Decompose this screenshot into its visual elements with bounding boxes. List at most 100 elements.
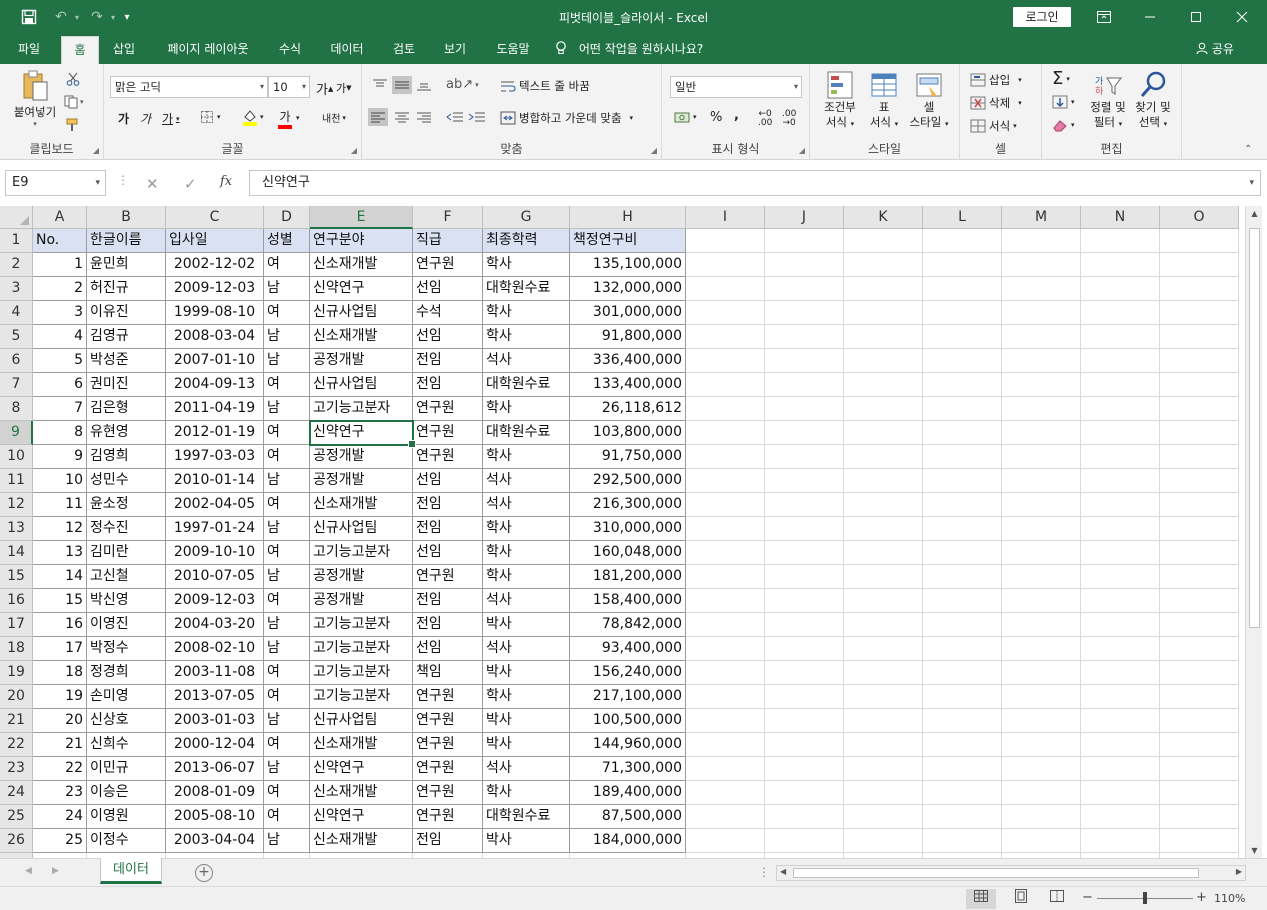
cell-e12[interactable]: 신소재개발	[310, 493, 413, 517]
customize-qat-icon[interactable]: ▾	[120, 7, 134, 27]
cell-f24[interactable]: 연구원	[413, 781, 483, 805]
cell-n21[interactable]	[1081, 709, 1160, 733]
cell-m2[interactable]	[1002, 253, 1081, 277]
column-title-cell[interactable]: 직급	[413, 229, 483, 253]
cell-h13[interactable]: 310,000,000	[570, 517, 686, 541]
cell-k9[interactable]	[844, 421, 923, 445]
cell-a23[interactable]: 22	[33, 757, 87, 781]
cell-h18[interactable]: 93,400,000	[570, 637, 686, 661]
cell-l5[interactable]	[923, 325, 1002, 349]
cell-o5[interactable]	[1160, 325, 1239, 349]
cell-b7[interactable]: 권미진	[87, 373, 166, 397]
expand-formula-bar-icon[interactable]: ▾	[1249, 171, 1254, 195]
cell-h15[interactable]: 181,200,000	[570, 565, 686, 589]
cell-i10[interactable]	[686, 445, 765, 469]
cell-b10[interactable]: 김영희	[87, 445, 166, 469]
cell-g22[interactable]: 박사	[483, 733, 570, 757]
cell-l1[interactable]	[923, 229, 1002, 253]
login-button[interactable]: 로그인	[1013, 7, 1071, 27]
cell-e4[interactable]: 신규사업팀	[310, 301, 413, 325]
redo-dropdown-icon[interactable]: ▾	[108, 7, 118, 27]
cell-h14[interactable]: 160,048,000	[570, 541, 686, 565]
cell-a19[interactable]: 18	[33, 661, 87, 685]
row-header-23[interactable]: 23	[0, 757, 33, 781]
align-left-icon[interactable]	[368, 108, 388, 126]
cell-m7[interactable]	[1002, 373, 1081, 397]
zoom-in-icon[interactable]: +	[1196, 890, 1207, 905]
cell-n23[interactable]	[1081, 757, 1160, 781]
cell-e20[interactable]: 고기능고분자	[310, 685, 413, 709]
row-header-19[interactable]: 19	[0, 661, 33, 685]
cell-f9[interactable]: 연구원	[413, 421, 483, 445]
cell-e13[interactable]: 신규사업팀	[310, 517, 413, 541]
cell-g25[interactable]: 대학원수료	[483, 805, 570, 829]
cell-j8[interactable]	[765, 397, 844, 421]
cell-c9[interactable]: 2012-01-19	[166, 421, 264, 445]
cell-j10[interactable]	[765, 445, 844, 469]
orientation-icon[interactable]: ab↗ ▾	[446, 77, 479, 92]
scroll-down-icon[interactable]: ▼	[1246, 846, 1263, 855]
cell-o24[interactable]	[1160, 781, 1239, 805]
cell-l2[interactable]	[923, 253, 1002, 277]
cell-d8[interactable]: 남	[264, 397, 310, 421]
cell-o13[interactable]	[1160, 517, 1239, 541]
cell-b13[interactable]: 정수진	[87, 517, 166, 541]
cell-e21[interactable]: 신규사업팀	[310, 709, 413, 733]
cell-d12[interactable]: 여	[264, 493, 310, 517]
cell-i20[interactable]	[686, 685, 765, 709]
cell-i25[interactable]	[686, 805, 765, 829]
tab-data[interactable]: 데이터	[320, 34, 374, 64]
cell-g8[interactable]: 학사	[483, 397, 570, 421]
cell-c14[interactable]: 2009-10-10	[166, 541, 264, 565]
cell-a20[interactable]: 19	[33, 685, 87, 709]
cell-j24[interactable]	[765, 781, 844, 805]
sheet-tab-data[interactable]: 데이터	[100, 858, 162, 884]
cell-i5[interactable]	[686, 325, 765, 349]
row-header-3[interactable]: 3	[0, 277, 33, 301]
cell-i12[interactable]	[686, 493, 765, 517]
insert-cells-button[interactable]: 삽입 ▾	[970, 72, 1022, 88]
cell-g20[interactable]: 학사	[483, 685, 570, 709]
cell-g18[interactable]: 석사	[483, 637, 570, 661]
cell-c12[interactable]: 2002-04-05	[166, 493, 264, 517]
cell-o23[interactable]	[1160, 757, 1239, 781]
cell-k17[interactable]	[844, 613, 923, 637]
cell-e23[interactable]: 신약연구	[310, 757, 413, 781]
cell-f7[interactable]: 전임	[413, 373, 483, 397]
cell-m1[interactable]	[1002, 229, 1081, 253]
cell-k19[interactable]	[844, 661, 923, 685]
cell-b20[interactable]: 손미영	[87, 685, 166, 709]
cell-d16[interactable]: 여	[264, 589, 310, 613]
cell-m11[interactable]	[1002, 469, 1081, 493]
cell-e6[interactable]: 공정개발	[310, 349, 413, 373]
cell-i19[interactable]	[686, 661, 765, 685]
cell-h22[interactable]: 144,960,000	[570, 733, 686, 757]
undo-dropdown-icon[interactable]: ▾	[72, 7, 82, 27]
cell-n25[interactable]	[1081, 805, 1160, 829]
cell-b2[interactable]: 윤민희	[87, 253, 166, 277]
cell-n26[interactable]	[1081, 829, 1160, 853]
cell-e17[interactable]: 고기능고분자	[310, 613, 413, 637]
row-header-25[interactable]: 25	[0, 805, 33, 829]
tab-page-layout[interactable]: 페이지 레이아웃	[155, 34, 261, 64]
row-header-9[interactable]: 9	[0, 421, 33, 445]
cell-o3[interactable]	[1160, 277, 1239, 301]
cell-m5[interactable]	[1002, 325, 1081, 349]
phonetic-guide-icon[interactable]: 내천 ▾	[322, 110, 346, 126]
row-header-1[interactable]: 1	[0, 229, 33, 253]
cell-f25[interactable]: 연구원	[413, 805, 483, 829]
vertical-scrollbar[interactable]: ▲ ▼	[1245, 206, 1262, 858]
cell-a13[interactable]: 12	[33, 517, 87, 541]
cell-j2[interactable]	[765, 253, 844, 277]
cell-d26[interactable]: 남	[264, 829, 310, 853]
cell-k18[interactable]	[844, 637, 923, 661]
cell-k12[interactable]	[844, 493, 923, 517]
cell-n2[interactable]	[1081, 253, 1160, 277]
ribbon-display-options-icon[interactable]	[1081, 0, 1127, 34]
align-top-icon[interactable]	[372, 78, 388, 92]
cell-b21[interactable]: 신상호	[87, 709, 166, 733]
row-header-17[interactable]: 17	[0, 613, 33, 637]
cell-i3[interactable]	[686, 277, 765, 301]
cell-o1[interactable]	[1160, 229, 1239, 253]
insert-function-icon[interactable]: fx	[220, 174, 232, 189]
